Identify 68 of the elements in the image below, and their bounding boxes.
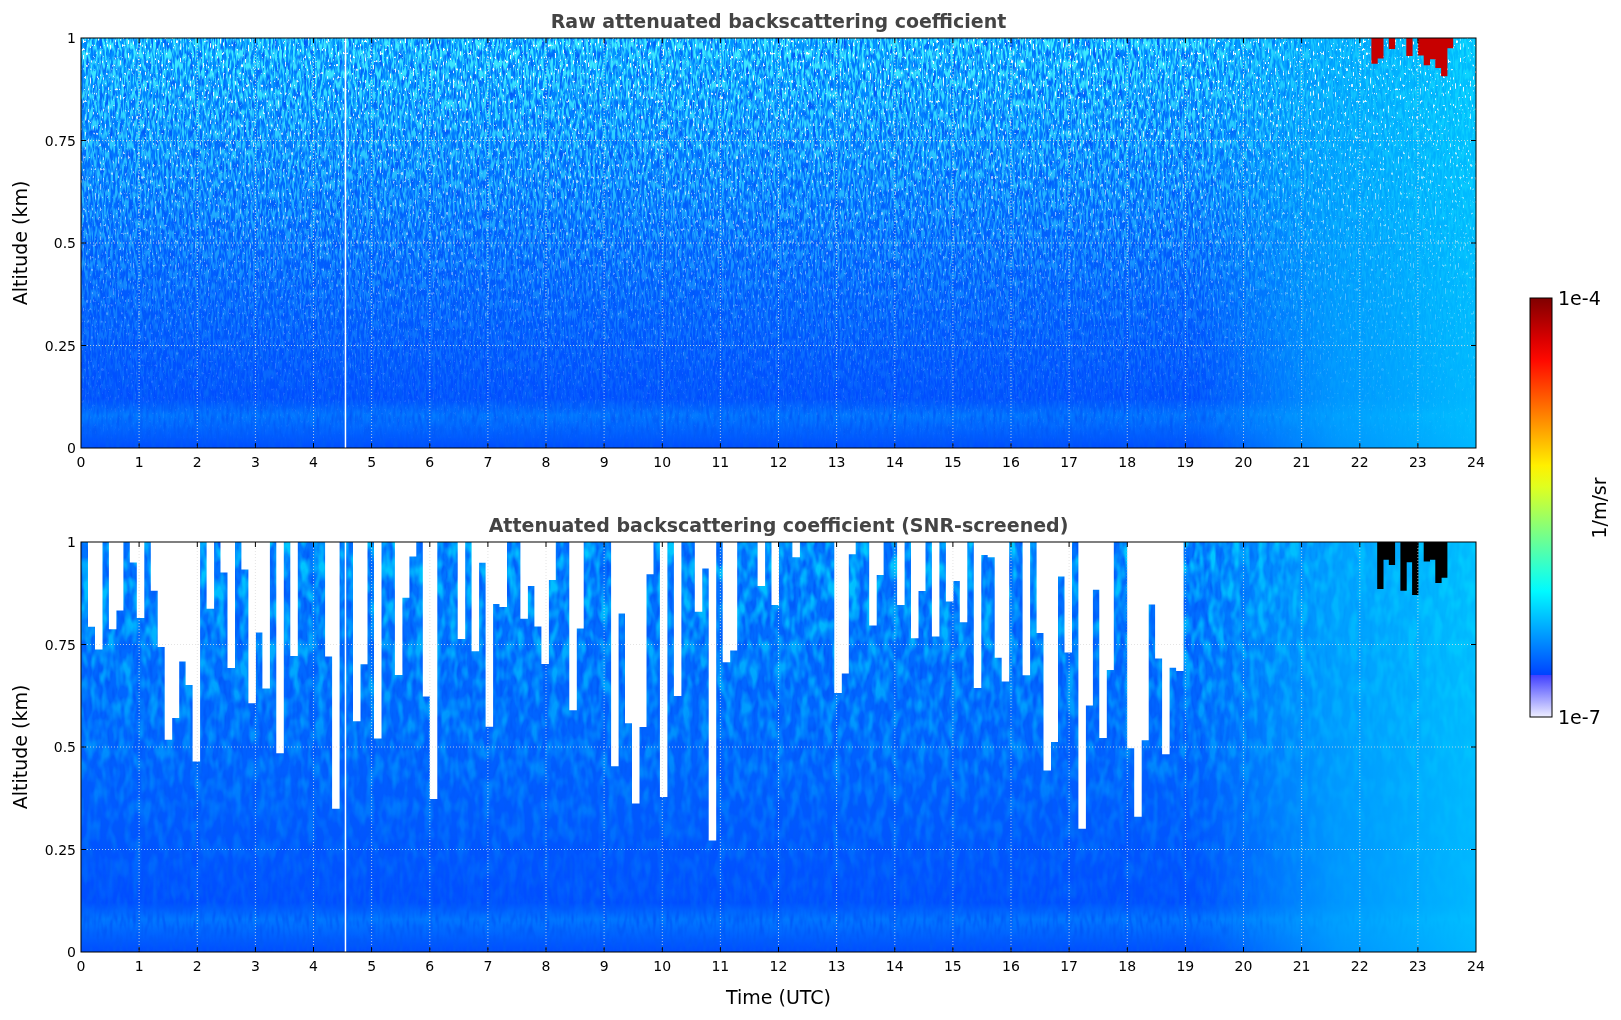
tick-label: 1 <box>67 534 76 550</box>
tick-label: 24 <box>1467 958 1485 974</box>
tick-label: 0 <box>76 454 86 470</box>
tick-label: 18 <box>1118 454 1137 470</box>
tick-label: 19 <box>1176 958 1195 974</box>
tick-label: 0.75 <box>44 636 76 653</box>
tick-label: 7 <box>483 454 493 470</box>
tick-label: 6 <box>425 958 435 974</box>
tick-label: 20 <box>1234 958 1253 974</box>
tick-label: 8 <box>541 958 551 974</box>
tick-label: 8 <box>541 454 551 470</box>
tick-label: 0 <box>67 944 76 960</box>
tick-label: 11 <box>711 958 730 974</box>
tick-label: 18 <box>1118 958 1137 974</box>
tick-label: 14 <box>885 958 904 974</box>
tick-label: 16 <box>1002 958 1020 974</box>
tick-label: 14 <box>885 454 904 470</box>
tick-label: 24 <box>1467 454 1485 470</box>
tick-label: 2 <box>192 454 202 470</box>
tick-label: 22 <box>1350 454 1369 470</box>
tick-label: 11 <box>711 454 730 470</box>
tick-label: 0.25 <box>44 337 76 354</box>
tick-label: 3 <box>250 958 260 974</box>
tick-label: 9 <box>599 958 609 974</box>
tick-label: 5 <box>367 958 377 974</box>
tick-label: 12 <box>769 454 788 470</box>
tick-label: 4 <box>309 958 318 974</box>
tick-label: 4 <box>309 454 318 470</box>
tick-label: 1 <box>134 454 144 470</box>
tick-label: 3 <box>250 454 260 470</box>
x-axis-label: Time (UTC) <box>726 986 831 1008</box>
tick-label: 15 <box>943 454 962 470</box>
tick-label: 21 <box>1292 454 1311 470</box>
tick-label: 1 <box>67 30 76 46</box>
tick-label: 10 <box>653 454 672 470</box>
tick-label: 6 <box>425 454 435 470</box>
tick-label: 13 <box>827 958 846 974</box>
tick-label: 2 <box>192 958 202 974</box>
tick-label: 0.25 <box>44 841 76 858</box>
tick-label: 20 <box>1234 454 1253 470</box>
tick-label: 12 <box>769 958 788 974</box>
tick-label: 5 <box>367 454 377 470</box>
tick-label: 1 <box>134 958 144 974</box>
chart-title: Raw attenuated backscattering coefficient <box>550 10 1007 32</box>
tick-label: 17 <box>1060 958 1079 974</box>
colorbar-max-label: 1e-4 <box>1558 287 1601 309</box>
y-axis-label: Altitude (km) <box>9 180 31 306</box>
tick-label: 13 <box>827 454 846 470</box>
tick-label: 10 <box>653 958 672 974</box>
tick-label: 21 <box>1292 958 1311 974</box>
tick-label: 0.75 <box>44 132 76 149</box>
colorbar-unit-label: 1/m/sr <box>1588 477 1610 539</box>
tick-label: 15 <box>943 958 962 974</box>
tick-label: 17 <box>1060 454 1079 470</box>
tick-label: 7 <box>483 958 493 974</box>
tick-label: 0.5 <box>53 235 76 251</box>
y-axis-label: Altitude (km) <box>9 684 31 810</box>
tick-label: 23 <box>1408 454 1427 470</box>
tick-label: 22 <box>1350 958 1369 974</box>
tick-label: 19 <box>1176 454 1195 470</box>
tick-label: 16 <box>1002 454 1020 470</box>
tick-label: 9 <box>599 454 609 470</box>
colorbar-min-label: 1e-7 <box>1558 706 1601 728</box>
chart-title: Attenuated backscattering coefficient (SNR-screened) <box>488 514 1069 536</box>
tick-label: 23 <box>1408 958 1427 974</box>
tick-label: 0 <box>76 958 86 974</box>
tick-label: 0.5 <box>53 739 76 755</box>
tick-label: 0 <box>67 440 76 456</box>
